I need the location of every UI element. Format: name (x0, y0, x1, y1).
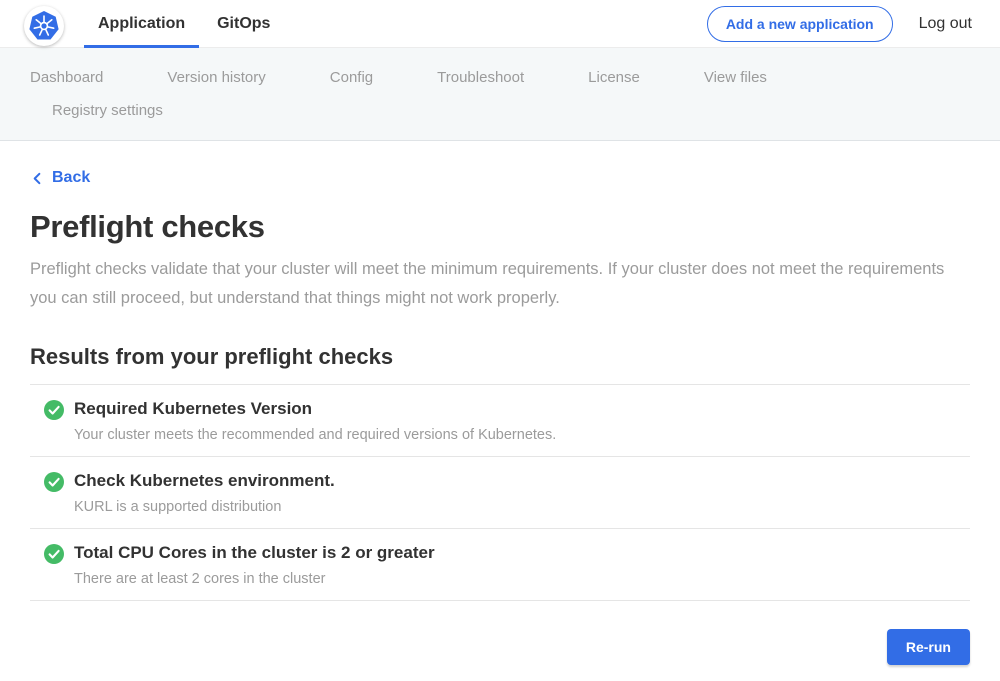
check-detail: Your cluster meets the recommended and r… (74, 427, 556, 443)
check-circle-icon (44, 544, 64, 564)
secondary-nav-row-2: Registry settings (30, 94, 970, 127)
subnav-item-registry-settings[interactable]: Registry settings (52, 94, 163, 127)
subnav-item-version-history[interactable]: Version history (167, 61, 265, 94)
check-text: Check Kubernetes environment. KURL is a … (74, 471, 335, 515)
check-title: Check Kubernetes environment. (74, 471, 335, 491)
subnav-item-troubleshoot[interactable]: Troubleshoot (437, 61, 524, 94)
check-text: Total CPU Cores in the cluster is 2 or g… (74, 543, 435, 587)
page-description: Preflight checks validate that your clus… (30, 255, 960, 314)
check-detail: There are at least 2 cores in the cluste… (74, 571, 435, 587)
check-title: Total CPU Cores in the cluster is 2 or g… (74, 543, 435, 563)
preflight-check-row: Required Kubernetes Version Your cluster… (30, 385, 970, 457)
subnav-item-license[interactable]: License (588, 61, 640, 94)
secondary-nav: Dashboard Version history Config Trouble… (0, 48, 1000, 141)
log-out-link[interactable]: Log out (919, 15, 972, 33)
results-heading: Results from your preflight checks (30, 344, 970, 370)
tab-gitops[interactable]: GitOps (203, 0, 284, 48)
check-detail: KURL is a supported distribution (74, 499, 335, 515)
preflight-check-row: Total CPU Cores in the cluster is 2 or g… (30, 529, 970, 601)
primary-tabs: Application GitOps (84, 0, 288, 48)
top-nav: Application GitOps Add a new application… (0, 0, 1000, 48)
check-circle-icon (44, 400, 64, 420)
kubernetes-logo-icon (24, 6, 64, 46)
check-title: Required Kubernetes Version (74, 399, 556, 419)
preflight-results-list: Required Kubernetes Version Your cluster… (30, 384, 970, 601)
footer-actions: Re-run (30, 601, 970, 681)
secondary-nav-row-1: Dashboard Version history Config Trouble… (30, 61, 970, 94)
back-link[interactable]: Back (30, 169, 90, 187)
check-text: Required Kubernetes Version Your cluster… (74, 399, 556, 443)
main-content: Back Preflight checks Preflight checks v… (0, 141, 1000, 681)
header-right: Add a new application Log out (707, 6, 972, 42)
tab-application[interactable]: Application (84, 0, 199, 48)
page-title: Preflight checks (30, 209, 970, 245)
re-run-button[interactable]: Re-run (887, 629, 970, 665)
add-new-application-button[interactable]: Add a new application (707, 6, 893, 42)
page: Application GitOps Add a new application… (0, 0, 1000, 666)
preflight-check-row: Check Kubernetes environment. KURL is a … (30, 457, 970, 529)
subnav-item-view-files[interactable]: View files (704, 61, 767, 94)
check-circle-icon (44, 472, 64, 492)
back-link-label: Back (52, 169, 90, 187)
subnav-item-config[interactable]: Config (330, 61, 373, 94)
subnav-item-dashboard[interactable]: Dashboard (30, 61, 103, 94)
chevron-left-icon (30, 171, 45, 186)
